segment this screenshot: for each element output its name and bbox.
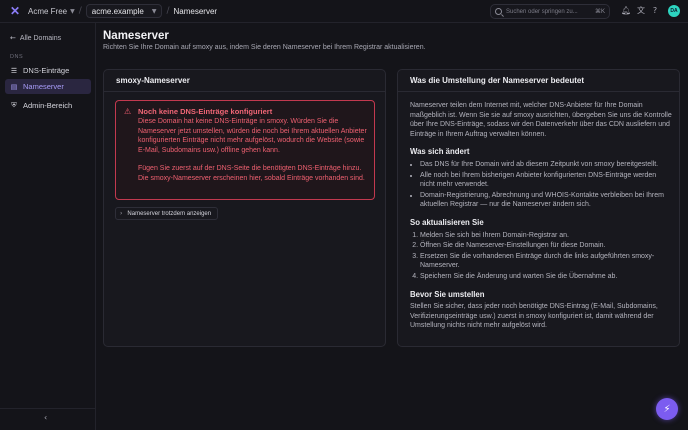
chevron-down-icon: ▼ (151, 7, 157, 15)
nameserver-card: smoxy-Nameserver ⚠ Noch keine DNS-Einträ… (103, 69, 386, 347)
org-switcher[interactable]: Acme Free ▼ (28, 7, 75, 16)
shield-icon: ⛨ (11, 101, 17, 109)
search-input[interactable]: Suchen oder springen zu... ⌘K (490, 4, 610, 19)
collapse-sidebar-icon[interactable]: ‹ (44, 413, 47, 422)
no-records-alert: ⚠ Noch keine DNS-Einträge konfiguriert D… (115, 100, 375, 200)
domain-value: acme.example (91, 6, 144, 16)
breadcrumb-separator: / (166, 6, 170, 16)
info-content: Nameserver teilen dem Internet mit, welc… (410, 101, 672, 331)
search-icon (495, 8, 502, 15)
list-item: Das DNS für Ihre Domain wird ab diesem Z… (420, 160, 672, 170)
alert-paragraph: Fügen Sie zuerst auf der DNS-Seite die b… (138, 165, 365, 182)
breadcrumb-current-page: Nameserver (173, 6, 218, 16)
sidebar-item-admin[interactable]: ⛨ Admin-Bereich (5, 98, 91, 113)
help-icon[interactable]: ? (650, 6, 660, 16)
sidebar-item-label: Admin-Bereich (23, 101, 73, 110)
list-item: Öffnen Sie die Nameserver-Einstellungen … (420, 241, 672, 251)
sidebar-item-dns-records[interactable]: ☰ DNS-Einträge (5, 63, 91, 78)
breadcrumb-separator: / (78, 6, 82, 16)
card-title: Was die Umstellung der Nameserver bedeut… (398, 70, 679, 92)
sidebar-section-label: DNS (10, 54, 24, 60)
sidebar-item-label: Nameserver (23, 82, 64, 91)
list-item: Melden Sie sich bei Ihrem Domain-Registr… (420, 231, 672, 241)
sidebar-item-nameserver[interactable]: ▤ Nameserver (5, 79, 91, 94)
changes-heading: Was sich ändert (410, 147, 470, 157)
before-heading: Bevor Sie umstellen (410, 289, 485, 299)
domain-select[interactable]: acme.example ▼ (85, 4, 163, 18)
search-shortcut: ⌘K (594, 9, 605, 15)
translate-icon[interactable]: 文 (636, 6, 646, 16)
server-icon: ▤ (10, 82, 18, 91)
chevron-down-icon: ▼ (70, 7, 75, 15)
arrow-left-icon: ← (10, 34, 16, 42)
info-intro: Nameserver teilen dem Internet mit, welc… (410, 102, 672, 138)
sidebar-divider (0, 408, 96, 409)
show-nameservers-anyway-button[interactable]: › Nameserver trotzdem anzeigen (115, 207, 219, 220)
avatar[interactable]: DA (668, 5, 680, 17)
alert-paragraph: Diese Domain hat keine DNS-Einträge in s… (138, 118, 367, 154)
list-item: Domain-Registrierung, Abrechnung und WHO… (420, 191, 672, 210)
sidebar: ← Alle Domains DNS ☰ DNS-Einträge ▤ Name… (0, 23, 96, 430)
bell-icon[interactable]: 🔔︎ (621, 6, 631, 16)
button-label: Nameserver trotzdem anzeigen (127, 210, 212, 217)
assistant-fab-button[interactable]: ⚡︎ (656, 398, 678, 420)
before-text: Stellen Sie sicher, dass jeder noch benö… (410, 303, 658, 330)
card-title: smoxy-Nameserver (104, 70, 385, 92)
alert-body: Diese Domain hat keine DNS-Einträge in s… (138, 117, 370, 184)
sidebar-item-label: DNS-Einträge (23, 66, 70, 75)
nameserver-info-card: Was die Umstellung der Nameserver bedeut… (397, 69, 680, 347)
org-name: Acme Free (28, 6, 68, 16)
back-link-label: Alle Domains (19, 34, 62, 42)
list-icon: ☰ (10, 66, 18, 75)
list-item: Ersetzen Sie die vorhandenen Einträge du… (420, 252, 672, 271)
search-placeholder: Suchen oder springen zu... (506, 8, 578, 15)
warning-icon: ⚠ (124, 107, 132, 116)
top-bar: ✕ Acme Free ▼ / acme.example ▼ / Nameser… (0, 0, 688, 23)
brand-logo-icon[interactable]: ✕ (8, 4, 22, 18)
list-item: Speichern Sie die Änderung und warten Si… (420, 272, 672, 282)
alert-title: Noch keine DNS-Einträge konfiguriert (138, 107, 273, 116)
page-title: Nameserver (103, 30, 169, 42)
back-to-domains-link[interactable]: ← Alle Domains (10, 34, 61, 42)
page-subtitle: Richten Sie Ihre Domain auf smoxy aus, i… (103, 44, 426, 51)
changes-list: Das DNS für Ihre Domain wird ab diesem Z… (410, 160, 672, 210)
steps-heading: So aktualisieren Sie (410, 217, 484, 227)
list-item: Alle noch bei Ihrem bisherigen Anbieter … (420, 171, 672, 190)
lightning-icon: ⚡︎ (663, 403, 671, 415)
chevron-right-icon: › (120, 210, 123, 217)
steps-list: Melden Sie sich bei Ihrem Domain-Registr… (410, 231, 672, 282)
